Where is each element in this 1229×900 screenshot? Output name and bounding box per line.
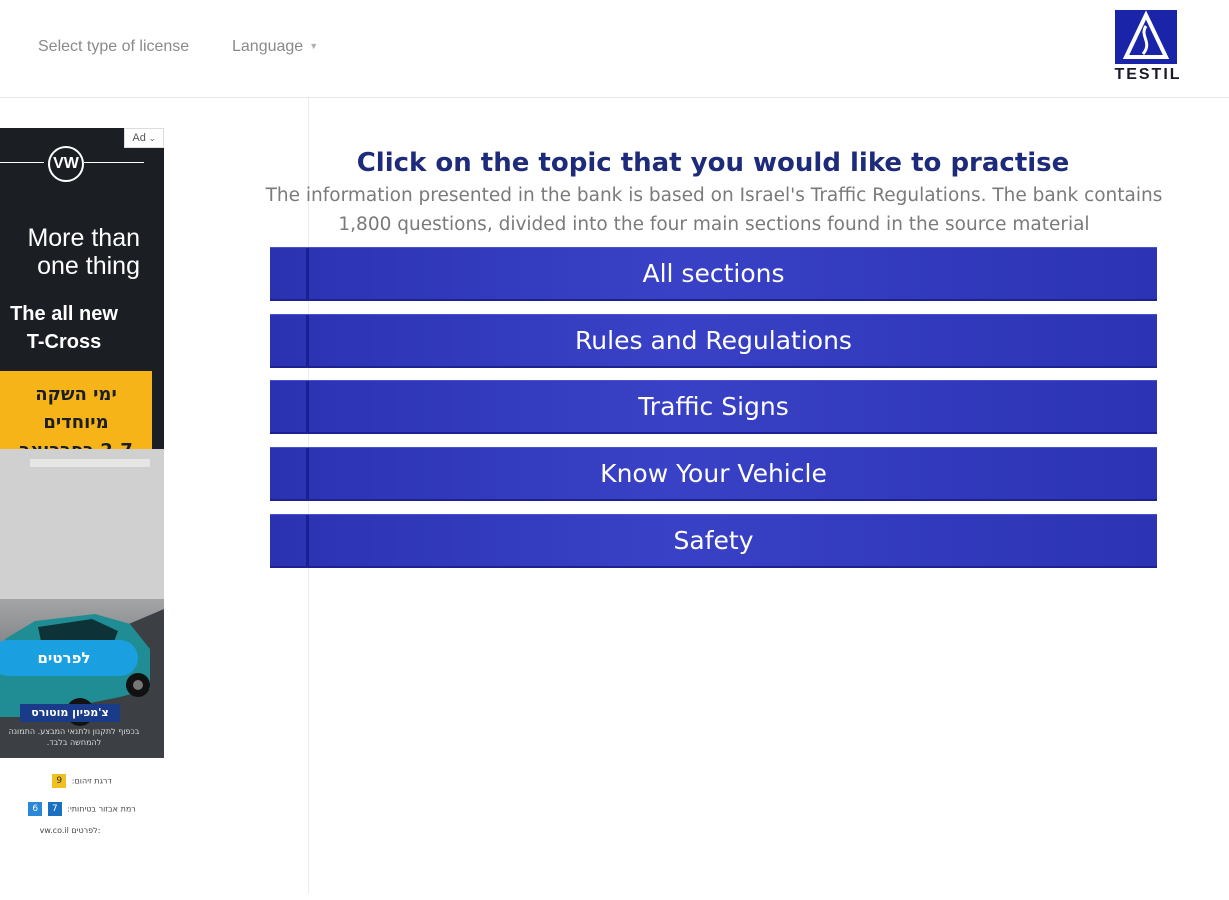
- topic-traffic-signs-button[interactable]: Traffic Signs: [270, 380, 1157, 434]
- ad-fine-print: בכפוף לתקנון ולתנאי המבצע. התמונה להמחשה…: [8, 727, 140, 747]
- advertisement-banner[interactable]: Ad ⌄ VW More than one thing The all new …: [0, 128, 164, 758]
- topic-label: Know Your Vehicle: [600, 459, 827, 488]
- ad-website: vw.co.il לפרטים:: [39, 826, 101, 835]
- select-license-link[interactable]: Select type of license: [38, 38, 189, 56]
- safety-value-2: 6: [28, 802, 43, 816]
- topic-label: Safety: [673, 526, 754, 555]
- language-dropdown[interactable]: Language ▼: [232, 38, 318, 56]
- pollution-value: 9: [52, 774, 67, 788]
- ad-cta-button[interactable]: לפרטים: [0, 640, 138, 676]
- ad-label[interactable]: Ad ⌄: [124, 128, 164, 148]
- top-navigation: Select type of license Language ▼ TESTIL: [0, 0, 1229, 98]
- ad-dealer-badge: צ'מפיון מוטורס: [20, 704, 120, 722]
- logo-emblem: [1115, 10, 1177, 64]
- vw-logo-icon: VW: [48, 146, 84, 182]
- testil-logo[interactable]: TESTIL: [1106, 10, 1190, 84]
- chevron-down-icon: ▼: [309, 41, 319, 51]
- topic-know-your-vehicle-button[interactable]: Know Your Vehicle: [270, 447, 1157, 501]
- ad-rule-right: [84, 162, 144, 163]
- topic-rules-regulations-button[interactable]: Rules and Regulations: [270, 314, 1157, 368]
- topic-label: Rules and Regulations: [575, 326, 852, 355]
- pollution-label: דרגת זיהום:: [71, 776, 112, 786]
- language-label: Language: [232, 38, 304, 55]
- road-triangle-icon: [1122, 10, 1170, 59]
- page-title: Click on the topic that you would like t…: [356, 148, 1070, 178]
- logo-wordmark: TESTIL: [1114, 66, 1182, 83]
- chevron-down-icon: ⌄: [148, 134, 156, 143]
- ad-pollution-rating: דרגת זיהום: 9: [0, 774, 164, 788]
- safety-value-1: 7: [47, 802, 62, 816]
- topic-label: All sections: [642, 259, 785, 288]
- ad-safety-rating: רמת אבזור בטיחותי: 7 6: [0, 802, 164, 816]
- page-description: The information presented in the bank is…: [265, 185, 1163, 235]
- ad-label-text: Ad: [132, 132, 146, 144]
- ad-rule-left: [0, 162, 44, 163]
- safety-label: רמת אבזור בטיחותי:: [67, 804, 136, 814]
- ad-promo-box: ימי השקה מיוחדים 2-7 בפברואר: [0, 371, 152, 461]
- ad-subheadline: The all new T-Cross: [10, 303, 118, 353]
- topic-safety-button[interactable]: Safety: [270, 514, 1157, 568]
- topic-label: Traffic Signs: [638, 392, 789, 421]
- topic-all-sections-button[interactable]: All sections: [270, 247, 1157, 301]
- ad-headline: More than one thing: [27, 224, 140, 280]
